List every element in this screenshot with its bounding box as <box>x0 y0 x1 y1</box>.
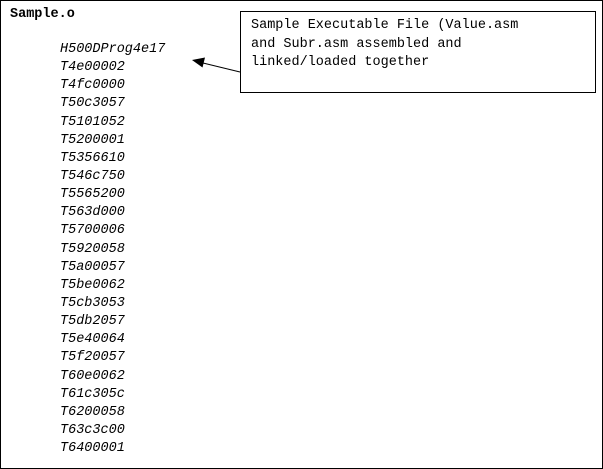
text-record: T61c305c <box>60 386 125 402</box>
text-record: T5565200 <box>60 187 125 203</box>
text-record: T546c750 <box>60 168 125 184</box>
text-record: T5f20057 <box>60 350 125 366</box>
header-record: H500DProg4e17 <box>60 42 166 57</box>
annotation-callout-box: Sample Executable File (Value.asm and Su… <box>240 11 596 93</box>
text-record: T563d000 <box>60 205 125 221</box>
text-record: T5db2057 <box>60 314 125 330</box>
text-record: T5356610 <box>60 150 125 166</box>
callout-line: Sample Executable File (Value.asm <box>251 18 519 33</box>
text-record: T4fc0000 <box>60 78 125 94</box>
text-record: T5200001 <box>60 132 125 148</box>
callout-line: and Subr.asm assembled and <box>251 36 462 52</box>
text-record: T5920058 <box>60 241 125 257</box>
text-record: T5101052 <box>60 114 125 130</box>
text-record: T5cb3053 <box>60 295 125 311</box>
text-record: T5e40064 <box>60 332 125 348</box>
text-record: T50c3057 <box>60 96 125 112</box>
text-record: T5be0062 <box>60 277 125 293</box>
text-record: T5700006 <box>60 223 125 239</box>
file-title: Sample.o <box>10 7 75 22</box>
object-record-list: H500DProg4e17 T4e00002 T4fc0000 T50c3057… <box>60 41 165 458</box>
text-record: T5a00057 <box>60 259 125 275</box>
text-record: T6200058 <box>60 404 125 420</box>
text-record: T4e00002 <box>60 60 125 76</box>
text-record: T60e0062 <box>60 368 125 384</box>
text-record: T63c3c00 <box>60 422 125 438</box>
text-record: T6400001 <box>60 441 125 457</box>
callout-line: linked/loaded together <box>251 55 430 70</box>
